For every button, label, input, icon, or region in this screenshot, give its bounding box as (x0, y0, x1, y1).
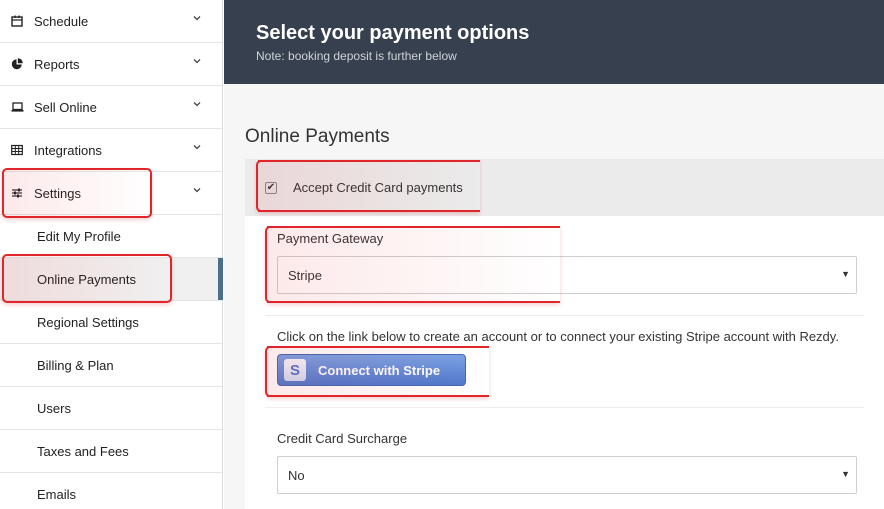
payment-gateway-select[interactable]: Stripe ▼ (277, 256, 857, 294)
sidebar-item-label: Sell Online (34, 99, 97, 115)
payments-panel: ✔ Accept Credit Card payments Payment Ga… (245, 159, 884, 509)
sidebar-item-sell-online[interactable]: Sell Online (0, 86, 222, 129)
sidebar: Schedule Reports Sell Online Integration… (0, 0, 223, 509)
stripe-helper-text: Click on the link below to create an acc… (277, 329, 839, 344)
sidebar-subitem-billing-plan[interactable]: Billing & Plan (0, 344, 222, 387)
connect-stripe-label: Connect with Stripe (318, 362, 441, 378)
payment-gateway-label: Payment Gateway (277, 231, 384, 246)
dropdown-caret-icon: ▼ (841, 469, 850, 479)
cc-surcharge-label: Credit Card Surcharge (277, 431, 408, 446)
sidebar-subitem-label: Regional Settings (37, 314, 139, 330)
sidebar-subitem-label: Online Payments (37, 271, 136, 287)
page-header: Select your payment options Note: bookin… (224, 0, 884, 84)
chevron-down-icon (193, 59, 201, 64)
sidebar-subitem-label: Billing & Plan (37, 357, 114, 373)
chevron-down-icon (193, 145, 201, 150)
connect-stripe-button[interactable]: S Connect with Stripe (277, 354, 466, 386)
calendar-icon (10, 14, 24, 28)
sidebar-subitem-taxes-fees[interactable]: Taxes and Fees (0, 430, 222, 473)
sidebar-subitem-regional-settings[interactable]: Regional Settings (0, 301, 222, 344)
sidebar-subitem-label: Taxes and Fees (37, 443, 129, 459)
sidebar-subitem-online-payments[interactable]: Online Payments (0, 258, 223, 301)
cc-surcharge-value: No (288, 467, 305, 483)
page-title: Select your payment options (256, 22, 530, 44)
chevron-down-icon (193, 188, 201, 193)
pie-chart-icon (10, 57, 24, 71)
accept-cc-row: ✔ Accept Credit Card payments (245, 159, 884, 216)
sliders-icon (10, 186, 24, 200)
sidebar-item-label: Integrations (34, 142, 102, 158)
stripe-logo-icon: S (284, 359, 306, 381)
sidebar-subitem-label: Emails (37, 486, 77, 502)
sidebar-subitem-emails[interactable]: Emails (0, 473, 222, 509)
sidebar-item-label: Reports (34, 56, 80, 72)
dropdown-caret-icon: ▼ (841, 269, 850, 279)
main-content: Online Payments ✔ Accept Credit Card pay… (224, 84, 884, 509)
divider (265, 315, 864, 316)
sidebar-subitem-label: Edit My Profile (37, 228, 121, 244)
sidebar-item-settings[interactable]: Settings (0, 172, 222, 215)
chevron-down-icon (193, 102, 201, 107)
sidebar-item-label: Schedule (34, 13, 89, 29)
sidebar-item-schedule[interactable]: Schedule (0, 0, 222, 43)
sidebar-subitem-edit-my-profile[interactable]: Edit My Profile (0, 215, 222, 258)
page-subtitle: Note: booking deposit is further below (256, 49, 457, 63)
sidebar-item-label: Settings (34, 185, 81, 201)
accept-cc-checkbox[interactable]: ✔ (265, 181, 277, 194)
cc-surcharge-select[interactable]: No ▼ (277, 456, 857, 494)
section-title: Online Payments (245, 126, 390, 147)
laptop-icon (10, 100, 24, 114)
divider (265, 407, 864, 408)
sidebar-subitem-users[interactable]: Users (0, 387, 222, 430)
accept-cc-label: Accept Credit Card payments (293, 180, 463, 195)
sidebar-item-reports[interactable]: Reports (0, 43, 222, 86)
grid-icon (10, 143, 24, 157)
payment-gateway-value: Stripe (288, 267, 322, 283)
sidebar-subitem-label: Users (37, 400, 71, 416)
sidebar-item-integrations[interactable]: Integrations (0, 129, 222, 172)
chevron-down-icon (193, 16, 201, 21)
